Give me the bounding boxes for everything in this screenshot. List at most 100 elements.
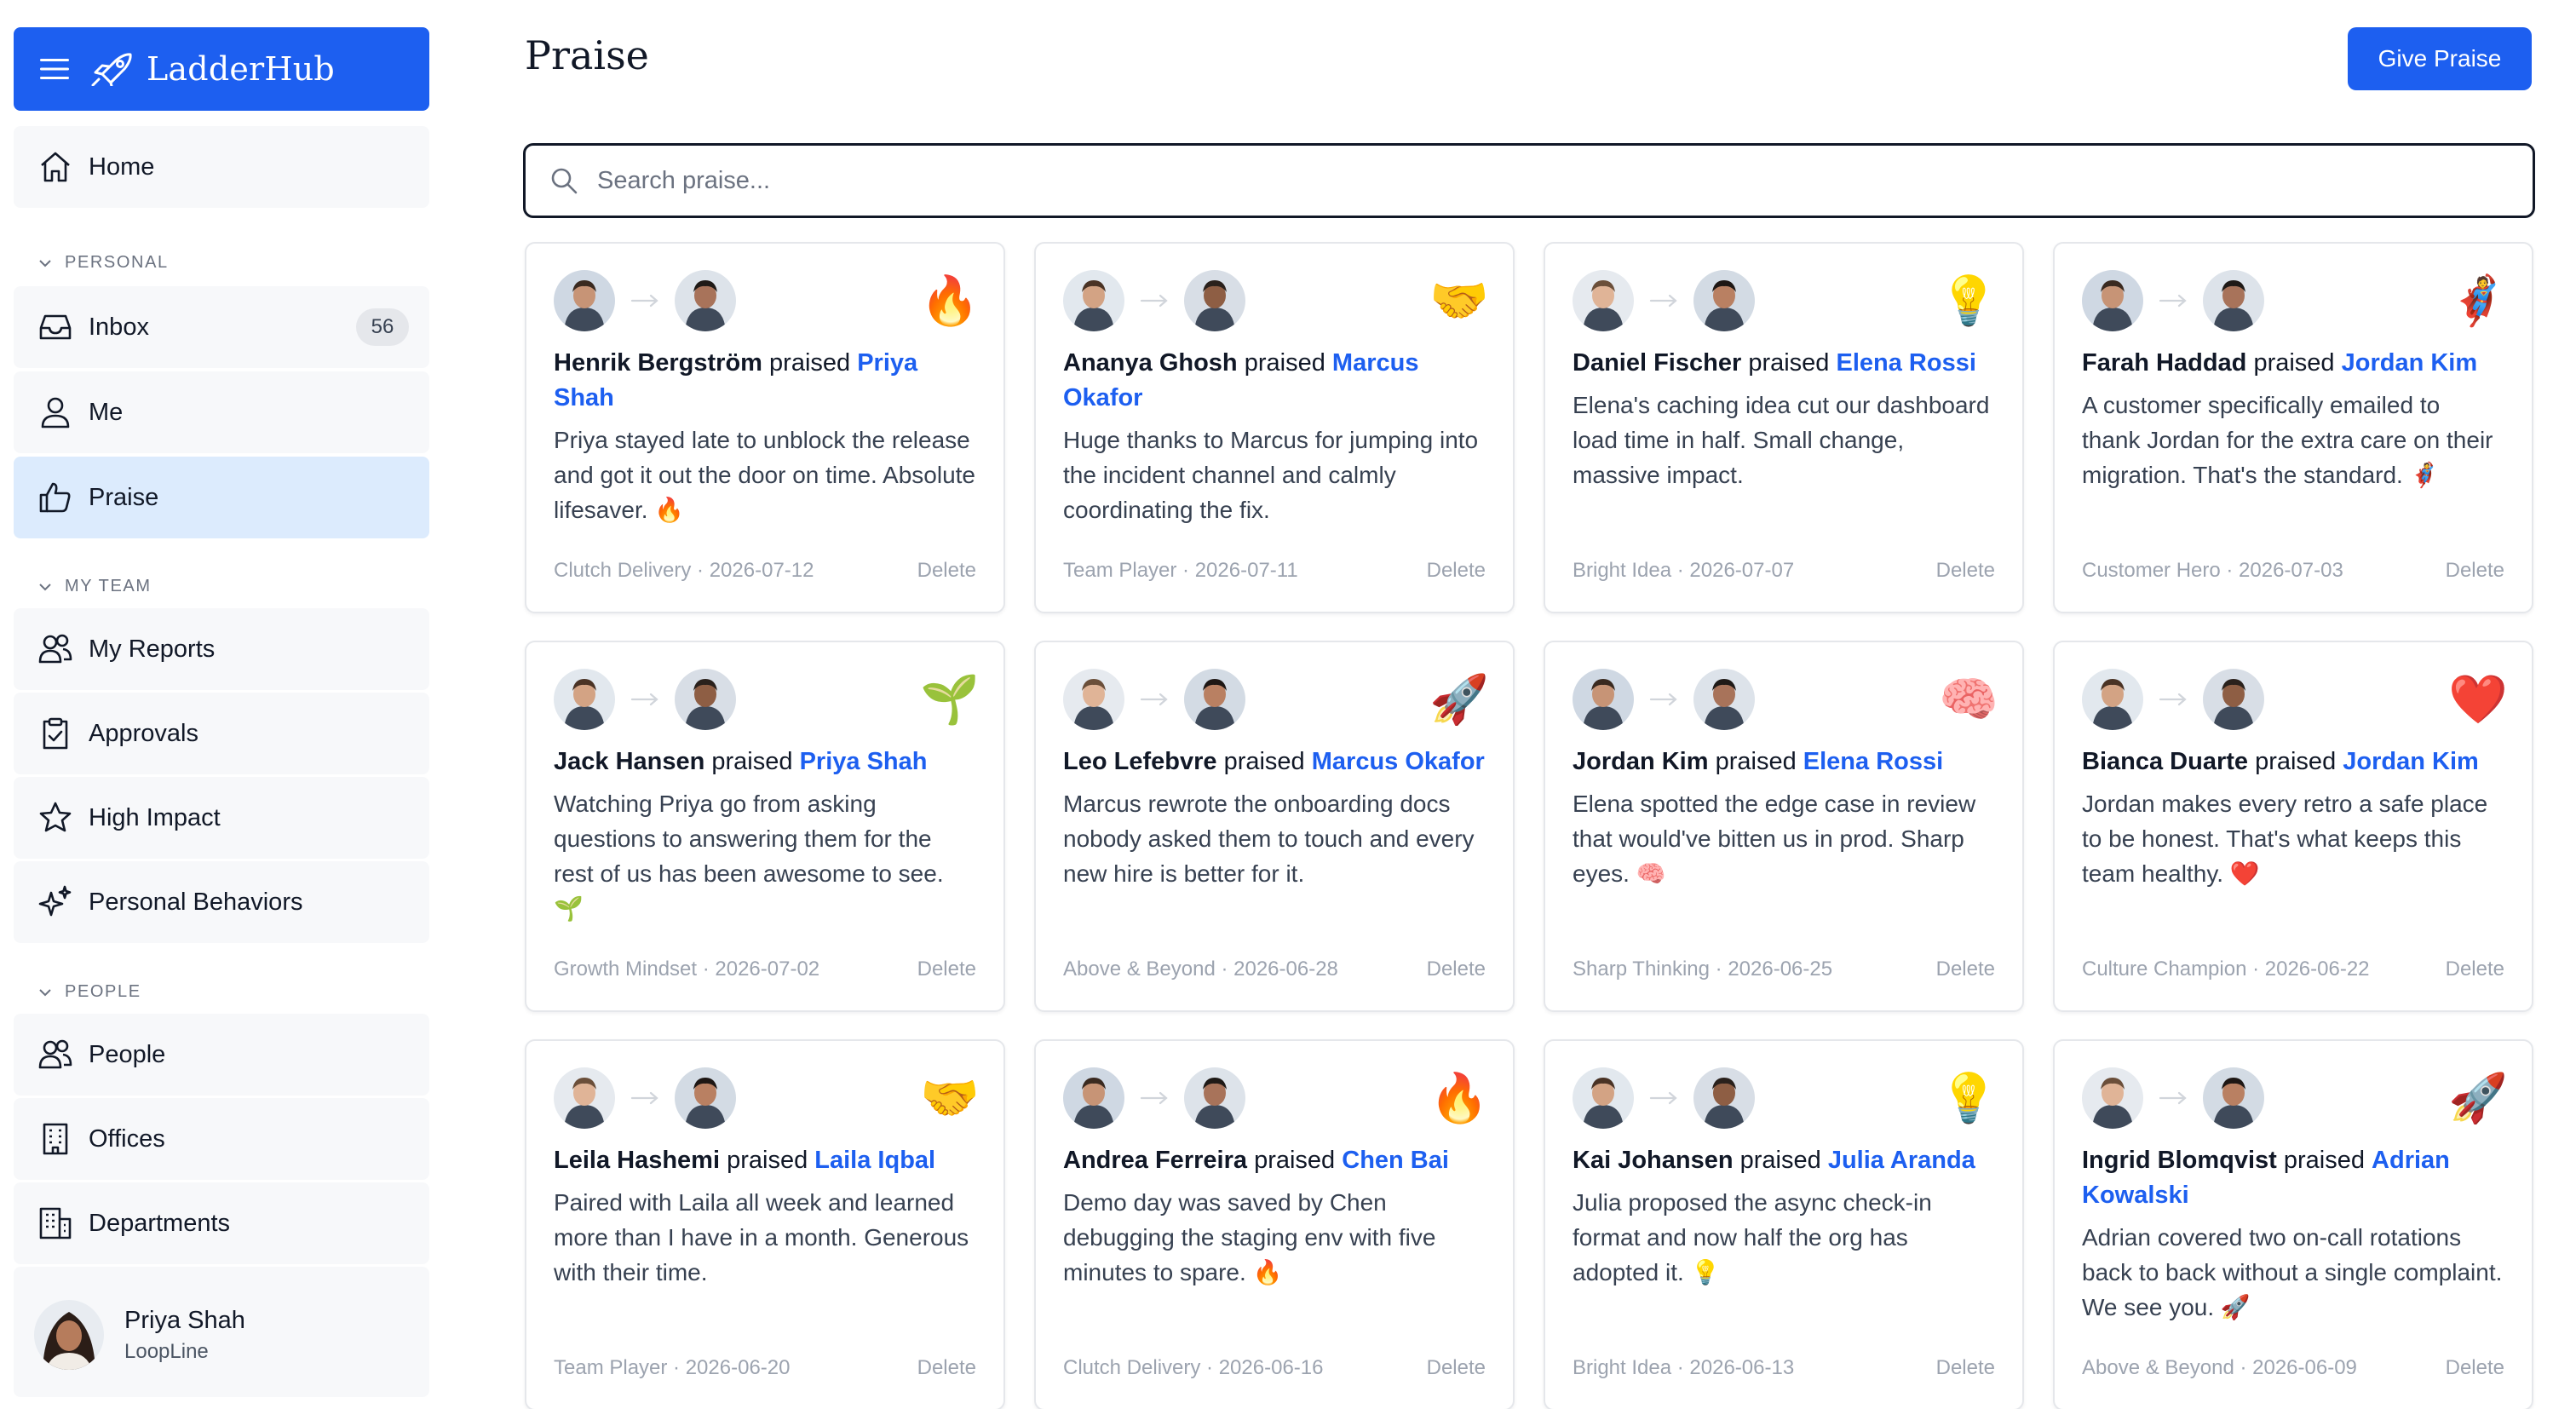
sidebar-item-my-reports[interactable]: My Reports [14, 608, 429, 690]
receiver-avatar[interactable] [1693, 1067, 1755, 1129]
giver-avatar[interactable] [1573, 1067, 1634, 1129]
praise-card[interactable]: 💡 Kai Johansen praised Julia Aranda Julia … [1544, 1039, 2024, 1409]
giver-name[interactable]: Leo Lefebvre [1063, 748, 1217, 775]
receiver-avatar[interactable] [675, 1067, 736, 1129]
delete-button[interactable]: Delete [1427, 559, 1486, 583]
delete-button[interactable]: Delete [917, 958, 976, 981]
receiver-link[interactable]: Elena Rossi [1837, 349, 1976, 377]
search-bar[interactable] [523, 143, 2535, 218]
giver-avatar[interactable] [2082, 270, 2143, 331]
giver-avatar[interactable] [1063, 270, 1124, 331]
praise-card[interactable]: 🔥 Andrea Ferreira praised Chen Bai Demo da… [1034, 1039, 1515, 1409]
giver-name[interactable]: Andrea Ferreira [1063, 1147, 1247, 1174]
delete-button[interactable]: Delete [917, 559, 976, 583]
search-input[interactable] [597, 166, 2471, 195]
sidebar-item-departments[interactable]: Departments [14, 1182, 429, 1264]
receiver-link[interactable]: Jordan Kim [2342, 349, 2478, 377]
delete-button[interactable]: Delete [1936, 958, 1995, 981]
receiver-avatar[interactable] [2203, 270, 2264, 331]
giver-name[interactable]: Leila Hashemi [554, 1147, 720, 1174]
delete-button[interactable]: Delete [1427, 958, 1486, 981]
praise-message: Demo day was saved by Chen debugging the… [1063, 1189, 1436, 1285]
giver-name[interactable]: Jack Hansen [554, 748, 704, 775]
delete-button[interactable]: Delete [1936, 1356, 1995, 1380]
giver-avatar[interactable] [2082, 1067, 2143, 1129]
chevron-down-icon [39, 583, 51, 590]
praise-card[interactable]: 🚀 Leo Lefebvre praised Marcus Okafor Marcu… [1034, 641, 1515, 1012]
praise-card[interactable]: 🚀 Ingrid Blomqvist praised Adrian Kowalsk… [2053, 1039, 2533, 1409]
receiver-avatar[interactable] [675, 270, 736, 331]
praised-word: praised [1223, 748, 1305, 775]
give-praise-button[interactable]: Give Praise [2348, 27, 2532, 90]
receiver-avatar[interactable] [1693, 270, 1755, 331]
current-user-card[interactable]: Priya Shah LoopLine [14, 1273, 429, 1397]
receiver-avatar[interactable] [1184, 270, 1245, 331]
receiver-link[interactable]: Priya Shah [800, 748, 928, 775]
receiver-link[interactable]: Elena Rossi [1803, 748, 1943, 775]
praise-card[interactable]: 🤝 Leila Hashemi praised Laila Iqbal Paired… [525, 1039, 1005, 1409]
praise-card[interactable]: 🧠 Jordan Kim praised Elena Rossi Elena spo… [1544, 641, 2024, 1012]
receiver-avatar[interactable] [1184, 1067, 1245, 1129]
giver-avatar[interactable] [2082, 669, 2143, 730]
praise-footer: Above & Beyond · 2026-06-09 Delete [2082, 1356, 2504, 1380]
sidebar-item-approvals[interactable]: Approvals [14, 693, 429, 774]
receiver-link[interactable]: Jordan Kim [2343, 748, 2479, 775]
giver-avatar[interactable] [554, 270, 615, 331]
praise-card[interactable]: 🤝 Ananya Ghosh praised Marcus Okafor Huge … [1034, 242, 1515, 613]
giver-name[interactable]: Ananya Ghosh [1063, 349, 1238, 377]
delete-button[interactable]: Delete [917, 1356, 976, 1380]
section-my-team[interactable]: MY TEAM [36, 577, 152, 596]
delete-button[interactable]: Delete [2446, 559, 2504, 583]
receiver-link[interactable]: Julia Aranda [1828, 1147, 1975, 1174]
giver-name[interactable]: Jordan Kim [1573, 748, 1709, 775]
delete-button[interactable]: Delete [2446, 958, 2504, 981]
giver-avatar[interactable] [554, 1067, 615, 1129]
sidebar-item-me[interactable]: Me [14, 371, 429, 453]
praise-card[interactable]: 🌱 Jack Hansen praised Priya Shah Watching … [525, 641, 1005, 1012]
sidebar: LadderHub Home PERSONAL Inbox 56 Me Prai… [0, 0, 443, 1409]
giver-name[interactable]: Ingrid Blomqvist [2082, 1147, 2277, 1174]
praise-card[interactable]: 🔥 Henrik Bergström praised Priya Shah Priy… [525, 242, 1005, 613]
sidebar-item-praise[interactable]: Praise [14, 457, 429, 538]
receiver-avatar[interactable] [2203, 1067, 2264, 1129]
praised-word: praised [1254, 1147, 1336, 1174]
receiver-link[interactable]: Chen Bai [1342, 1147, 1449, 1174]
receiver-link[interactable]: Laila Iqbal [814, 1147, 935, 1174]
giver-name[interactable]: Farah Haddad [2082, 349, 2246, 377]
praise-meta: Customer Hero · 2026-07-03 [2082, 559, 2343, 582]
receiver-avatar[interactable] [2203, 669, 2264, 730]
praise-meta: Team Player · 2026-07-11 [1063, 559, 1298, 582]
giver-avatar[interactable] [554, 669, 615, 730]
delete-button[interactable]: Delete [1427, 1356, 1486, 1380]
page-title: Praise [525, 32, 649, 78]
giver-name[interactable]: Kai Johansen [1573, 1147, 1734, 1174]
section-people[interactable]: PEOPLE [36, 982, 141, 1002]
giver-name[interactable]: Henrik Bergström [554, 349, 762, 377]
receiver-avatar[interactable] [1693, 669, 1755, 730]
giver-name[interactable]: Bianca Duarte [2082, 748, 2248, 775]
praise-card[interactable]: ❤️ Bianca Duarte praised Jordan Kim Jordan… [2053, 641, 2533, 1012]
section-personal[interactable]: PERSONAL [36, 253, 169, 273]
giver-avatar[interactable] [1573, 270, 1634, 331]
menu-icon[interactable] [37, 52, 72, 86]
receiver-avatar[interactable] [1184, 669, 1245, 730]
praise-card[interactable]: 🦸 Farah Haddad praised Jordan Kim A custom… [2053, 242, 2533, 613]
praise-title: Henrik Bergström praised Priya Shah [554, 346, 976, 416]
giver-avatar[interactable] [1063, 669, 1124, 730]
receiver-avatar[interactable] [675, 669, 736, 730]
sidebar-item-inbox[interactable]: Inbox 56 [14, 286, 429, 368]
star-icon [36, 798, 75, 837]
sidebar-item-people[interactable]: People [14, 1014, 429, 1096]
delete-button[interactable]: Delete [2446, 1356, 2504, 1380]
sidebar-item-home[interactable]: Home [14, 126, 429, 208]
delete-button[interactable]: Delete [1936, 559, 1995, 583]
sidebar-item-high-impact[interactable]: High Impact [14, 777, 429, 859]
praise-meta: Above & Beyond · 2026-06-09 [2082, 1356, 2357, 1379]
receiver-link[interactable]: Marcus Okafor [1312, 748, 1485, 775]
sidebar-item-personal-behaviors[interactable]: Personal Behaviors [14, 861, 429, 943]
giver-name[interactable]: Daniel Fischer [1573, 349, 1741, 377]
giver-avatar[interactable] [1063, 1067, 1124, 1129]
sidebar-item-offices[interactable]: Offices [14, 1098, 429, 1180]
praise-card[interactable]: 💡 Daniel Fischer praised Elena Rossi Elena… [1544, 242, 2024, 613]
giver-avatar[interactable] [1573, 669, 1634, 730]
